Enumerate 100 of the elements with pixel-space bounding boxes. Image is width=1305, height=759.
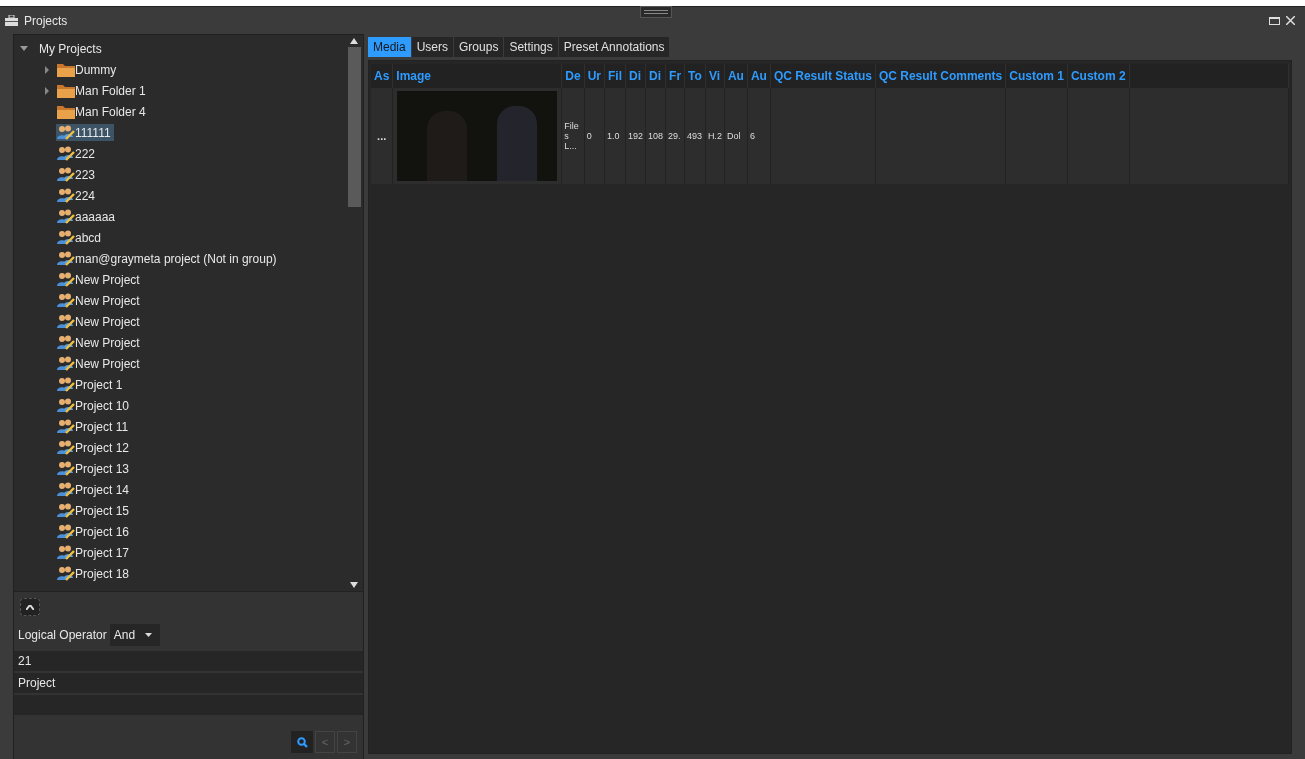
- table-cell: 493: [687, 131, 703, 141]
- search-button[interactable]: [291, 731, 313, 753]
- table-cell-text: 0: [586, 131, 593, 141]
- people-pencil-icon: [57, 230, 75, 245]
- column-header[interactable]: Au: [724, 64, 748, 88]
- column-header[interactable]: Fil: [604, 64, 626, 88]
- people-pencil-icon: [57, 356, 75, 371]
- filter-field[interactable]: Project: [14, 673, 363, 693]
- column-header[interactable]: QC Result Status: [770, 64, 876, 88]
- column-header[interactable]: Image: [392, 64, 562, 88]
- scroll-up-arrow-icon[interactable]: [350, 38, 358, 44]
- column-header[interactable]: De: [561, 64, 585, 88]
- column-header[interactable]: To: [684, 64, 706, 88]
- tab[interactable]: Media: [368, 37, 411, 57]
- tree-item[interactable]: man@graymeta project (Not in group): [56, 250, 280, 267]
- table-cell: 108: [648, 131, 664, 141]
- column-header[interactable]: As: [371, 64, 393, 88]
- people-pencil-icon: [57, 314, 75, 329]
- tab[interactable]: Groups: [454, 37, 504, 57]
- tree-item[interactable]: Project 13: [56, 460, 133, 477]
- table-cell-text: ...: [376, 130, 388, 142]
- people-pencil-icon: [57, 293, 75, 308]
- tree-item[interactable]: New Project: [56, 355, 143, 372]
- tree-item[interactable]: abcd: [56, 229, 105, 246]
- people-pencil-icon: [57, 461, 75, 476]
- briefcase-icon: [5, 15, 18, 26]
- tab[interactable]: Settings: [504, 37, 558, 57]
- people-pencil-icon: [57, 125, 75, 140]
- people-pencil-icon: [57, 419, 75, 434]
- people-pencil-icon: [57, 566, 75, 581]
- filter-field[interactable]: 21: [14, 651, 363, 671]
- column-header[interactable]: Di: [645, 64, 666, 88]
- tab[interactable]: Preset Annotations: [558, 37, 670, 57]
- tree-item[interactable]: New Project: [56, 292, 143, 309]
- people-pencil-icon: [57, 545, 75, 560]
- tree-item[interactable]: New Project: [56, 271, 143, 288]
- chevron-up-icon: [26, 604, 34, 610]
- table-cell: 192: [628, 131, 644, 141]
- tree-item[interactable]: Project 11: [56, 418, 132, 435]
- operator-dropdown[interactable]: And: [109, 624, 161, 646]
- tree-item[interactable]: New Project: [56, 313, 143, 330]
- table-cell-text: 29.: [668, 131, 682, 141]
- column-header[interactable]: Custom 1: [1005, 64, 1068, 88]
- tree-item[interactable]: My Projects: [36, 40, 105, 57]
- people-pencil-icon: [57, 335, 75, 350]
- expand-arrow-icon[interactable]: [44, 86, 50, 95]
- filter-field[interactable]: [14, 695, 363, 715]
- close-icon[interactable]: [1286, 16, 1295, 25]
- tree-item[interactable]: Project 10: [56, 397, 133, 414]
- logical-operator-label: Logical Operator: [18, 628, 107, 642]
- tree-item[interactable]: Project 18: [56, 565, 133, 582]
- people-pencil-icon: [57, 272, 75, 287]
- tree-item[interactable]: 223: [56, 166, 99, 183]
- tree-item[interactable]: Project 16: [56, 523, 133, 540]
- table-cell: H.2: [707, 131, 722, 141]
- column-header[interactable]: QC Result Comments: [875, 64, 1006, 88]
- collapse-button[interactable]: [20, 598, 40, 616]
- tree-item[interactable]: 222: [56, 145, 99, 162]
- people-pencil-icon: [57, 482, 75, 497]
- table-cell-text: 6: [749, 131, 756, 141]
- people-pencil-icon: [57, 524, 75, 539]
- tree-item[interactable]: aaaaaa: [56, 208, 119, 225]
- tree-item[interactable]: 111111: [56, 124, 114, 141]
- expand-arrow-icon[interactable]: [44, 65, 50, 74]
- tab[interactable]: Users: [411, 37, 454, 57]
- tree-item[interactable]: New Project: [56, 334, 143, 351]
- tree-item[interactable]: Project 14: [56, 481, 133, 498]
- folder-icon: [57, 62, 75, 77]
- tree-item[interactable]: Man Folder 4: [56, 103, 149, 120]
- scroll-down-arrow-icon[interactable]: [350, 582, 358, 588]
- column-header[interactable]: Au: [747, 64, 771, 88]
- drag-handle[interactable]: [640, 6, 672, 18]
- tree-item[interactable]: Dummy: [56, 61, 120, 78]
- column-header[interactable]: Ur: [584, 64, 605, 88]
- maximize-icon[interactable]: [1269, 16, 1280, 25]
- people-pencil-icon: [57, 188, 75, 203]
- people-pencil-icon: [57, 251, 75, 266]
- people-pencil-icon: [57, 377, 75, 392]
- tree-item[interactable]: Man Folder 1: [56, 82, 149, 99]
- caret-icon: [145, 633, 153, 637]
- tree-item[interactable]: 224: [56, 187, 99, 204]
- window-title: Projects: [24, 13, 68, 28]
- table-cell-text: 1.0: [607, 131, 621, 141]
- people-pencil-icon: [57, 146, 75, 161]
- tree-item[interactable]: Project 17: [56, 544, 133, 561]
- people-pencil-icon: [57, 503, 75, 518]
- collapse-arrow-icon[interactable]: [20, 44, 28, 53]
- people-pencil-icon: [57, 398, 75, 413]
- tree-item[interactable]: Project 15: [56, 502, 133, 519]
- tree-item[interactable]: Project 1: [56, 376, 126, 393]
- column-header[interactable]: Custom 2: [1067, 64, 1130, 88]
- people-pencil-icon: [57, 440, 75, 455]
- column-header[interactable]: Di: [625, 64, 646, 88]
- search-icon: [296, 736, 308, 748]
- people-pencil-icon: [57, 167, 75, 182]
- people-pencil-icon: [57, 209, 75, 224]
- folder-icon: [57, 83, 75, 98]
- table-cell-text: Files L...: [564, 121, 580, 151]
- tree-item[interactable]: Project 12: [56, 439, 133, 456]
- table-cell-text: Dol: [726, 131, 742, 141]
